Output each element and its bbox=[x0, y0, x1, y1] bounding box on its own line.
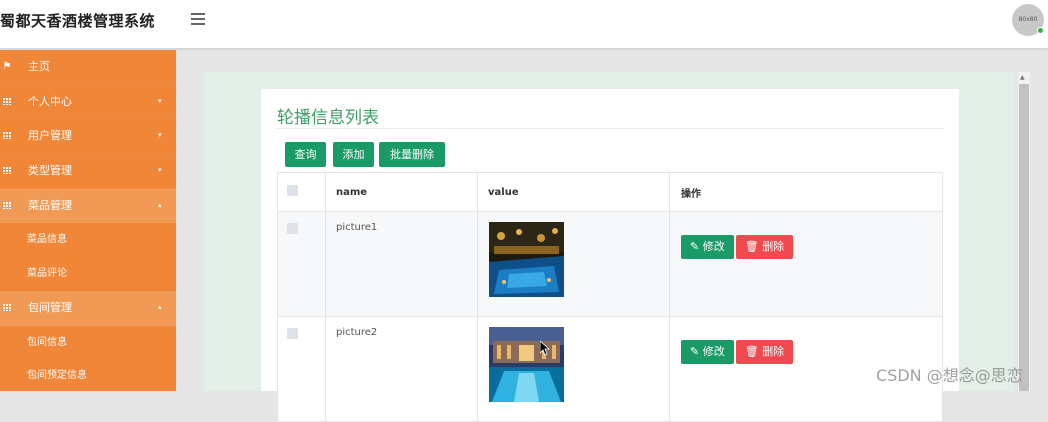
name-cell: picture2 bbox=[325, 316, 478, 422]
sidebar-item-types[interactable]: 类型管理 ▾ bbox=[0, 154, 176, 189]
page-title: 轮播信息列表 bbox=[277, 108, 379, 128]
delete-button[interactable]: 🗑 删除 bbox=[735, 235, 794, 259]
sidebar-item-home[interactable]: ⚑ 主页 bbox=[0, 50, 176, 85]
chevron-up-icon: ▴ bbox=[158, 302, 162, 311]
add-button[interactable]: 添加 bbox=[333, 142, 374, 167]
row-checkbox-cell bbox=[277, 316, 326, 422]
sidebar-item-label: 主页 bbox=[28, 60, 50, 73]
sidebar-item-profile[interactable]: 个人中心 ▾ bbox=[0, 85, 176, 120]
mouse-cursor-icon bbox=[540, 341, 550, 356]
chevron-up-icon: ▴ bbox=[158, 200, 162, 209]
sidebar-item-label: 类型管理 bbox=[28, 164, 72, 178]
divider bbox=[275, 128, 945, 129]
sidebar-item-users[interactable]: 用户管理 ▾ bbox=[0, 119, 176, 154]
flag-icon: ⚑ bbox=[2, 61, 12, 72]
actions-cell: ✎ 修改 🗑 删除 bbox=[669, 211, 943, 317]
chevron-down-icon: ▾ bbox=[158, 96, 162, 105]
sidebar-subitem-room-booking[interactable]: 包间预定信息 bbox=[0, 359, 176, 393]
column-header-value: value bbox=[477, 172, 670, 212]
sidebar-item-label: 包间管理 bbox=[28, 300, 72, 314]
edit-button[interactable]: ✎ 修改 bbox=[681, 340, 734, 364]
delete-button-label: 删除 bbox=[762, 240, 785, 253]
watermark: CSDN @想念@思恋 bbox=[876, 366, 1023, 385]
batch-delete-button[interactable]: 批量删除 bbox=[379, 142, 445, 167]
scrollbar-thumb[interactable] bbox=[1019, 84, 1029, 391]
app-title: 蜀都天香酒楼管理系统 bbox=[0, 12, 156, 30]
grid-icon bbox=[0, 119, 14, 154]
row-checkbox[interactable] bbox=[287, 328, 298, 339]
sidebar-item-label: 用户管理 bbox=[28, 129, 72, 143]
edit-icon: ✎ bbox=[690, 345, 700, 358]
query-button[interactable]: 查询 bbox=[285, 142, 326, 167]
delete-button[interactable]: 🗑 删除 bbox=[735, 340, 794, 364]
select-all-checkbox[interactable] bbox=[287, 185, 298, 196]
value-cell bbox=[477, 316, 670, 422]
grid-icon bbox=[0, 291, 14, 326]
table-row: picture2 ✎ 修改 🗑 删除 bbox=[277, 316, 943, 422]
sidebar-item-label: 菜品管理 bbox=[28, 198, 72, 212]
avatar-text: 80x80 bbox=[1018, 16, 1038, 23]
top-header: 蜀都天香酒楼管理系统 80x80 bbox=[0, 0, 1048, 48]
data-table: name value 操作 picture1 ✎ 修改 🗑 删除 picture… bbox=[277, 172, 943, 422]
grid-icon bbox=[0, 154, 14, 189]
avatar[interactable]: 80x80 bbox=[1012, 4, 1044, 36]
sidebar-item-label: 个人中心 bbox=[28, 94, 72, 108]
value-cell bbox=[477, 211, 670, 317]
edit-icon: ✎ bbox=[690, 240, 700, 253]
trash-icon: 🗑 bbox=[744, 240, 759, 253]
header-checkbox-cell bbox=[277, 172, 326, 212]
table-header-row: name value 操作 bbox=[277, 172, 943, 212]
sidebar-item-dishes[interactable]: 菜品管理 ▴ bbox=[0, 188, 176, 224]
trash-icon: 🗑 bbox=[744, 345, 759, 358]
table-row: picture1 ✎ 修改 🗑 删除 bbox=[277, 211, 943, 317]
edit-button-label: 修改 bbox=[702, 240, 725, 253]
grid-icon bbox=[0, 189, 14, 224]
grid-icon bbox=[0, 85, 14, 120]
sidebar-item-rooms[interactable]: 包间管理 ▴ bbox=[0, 290, 176, 326]
name-cell: picture1 bbox=[325, 211, 478, 317]
sidebar-subitem-dish-info[interactable]: 菜品信息 bbox=[0, 223, 176, 257]
chevron-down-icon: ▾ bbox=[158, 131, 162, 140]
list-card: 轮播信息列表 查询 添加 批量删除 name value 操作 picture1 bbox=[261, 89, 959, 422]
edit-button-label: 修改 bbox=[702, 345, 725, 358]
picture-thumbnail bbox=[489, 222, 564, 297]
row-checkbox-cell bbox=[277, 211, 326, 317]
menu-toggle-icon[interactable] bbox=[191, 11, 205, 25]
scroll-up-arrow-icon[interactable]: ▲ bbox=[1020, 74, 1025, 81]
row-checkbox[interactable] bbox=[287, 223, 298, 234]
online-status-dot bbox=[1037, 27, 1044, 34]
edit-button[interactable]: ✎ 修改 bbox=[681, 235, 734, 259]
delete-button-label: 删除 bbox=[762, 345, 785, 358]
column-header-name: name bbox=[325, 172, 478, 212]
column-header-actions: 操作 bbox=[669, 172, 943, 212]
sidebar: ⚑ 主页 个人中心 ▾ 用户管理 ▾ 类型管理 ▾ 菜品管理 ▴ 菜品信息 菜品… bbox=[0, 50, 176, 391]
sidebar-subitem-dish-comments[interactable]: 菜品评论 bbox=[0, 257, 176, 291]
chevron-down-icon: ▾ bbox=[158, 166, 162, 175]
sidebar-subitem-room-info[interactable]: 包间信息 bbox=[0, 326, 176, 360]
